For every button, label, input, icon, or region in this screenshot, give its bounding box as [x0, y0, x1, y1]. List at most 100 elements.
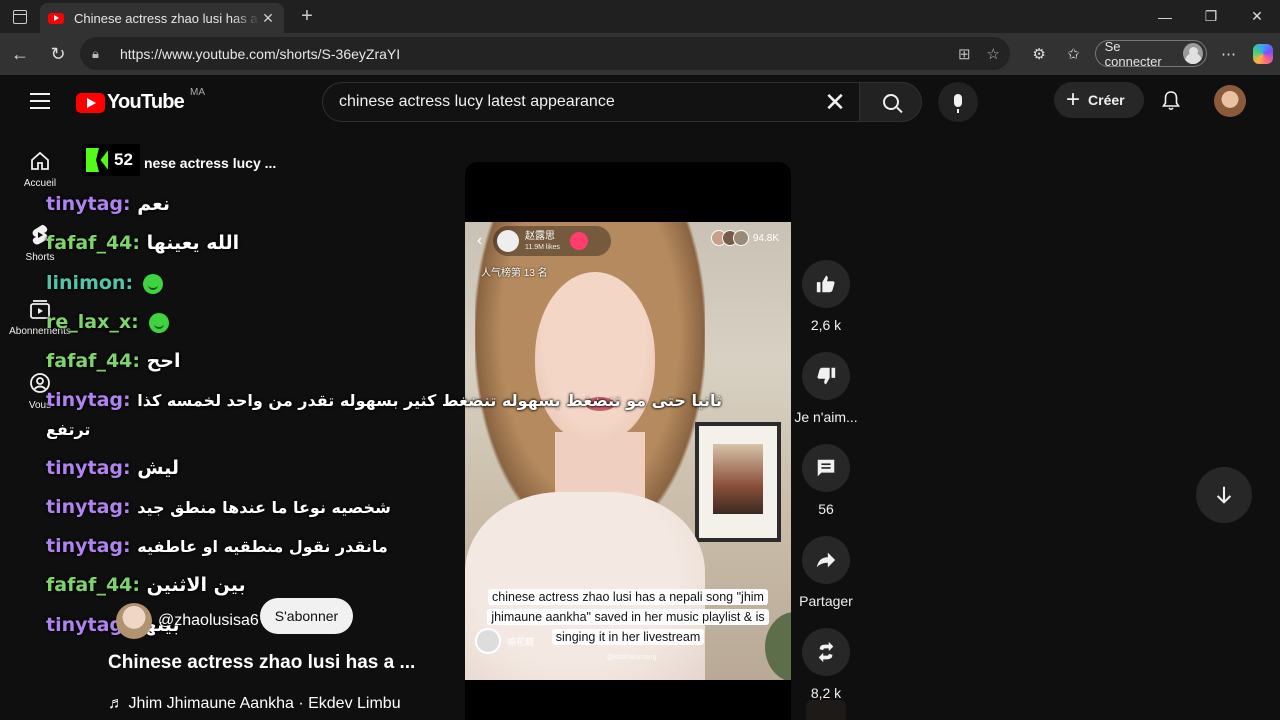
dislike-action: Je n'aim...: [794, 352, 858, 425]
new-tab-icon[interactable]: +: [292, 5, 322, 28]
youtube-page: YouTube MA chinese actress lucy latest a…: [4, 75, 1276, 720]
tab-actions-icon[interactable]: [0, 0, 40, 33]
sidebar-item-label: Accueil: [23, 178, 57, 189]
chat-message: مانقدر نقول منطقيه او عاطفيه: [137, 537, 388, 556]
remix-icon: [818, 641, 834, 663]
livestream-hud: ‹ 赵露思 11.9M likes 94.8K 人气榜第 13 名: [465, 222, 791, 282]
chat-message: نعم: [137, 193, 170, 215]
remix-action: 8,2 k: [798, 628, 854, 701]
commenter-avatar: [475, 628, 501, 654]
voice-search-button[interactable]: [938, 82, 978, 122]
music-title: Jhim Jhimaune Aankha · Ekdev Limbu: [128, 695, 401, 712]
mic-icon: [954, 93, 962, 113]
window-close-icon[interactable]: ✕: [1234, 0, 1280, 33]
back-icon[interactable]: ←: [2, 36, 38, 72]
chat-user: tinytag:: [46, 496, 131, 518]
chat-user: tinytag:: [46, 389, 131, 411]
signin-label: Se connecter: [1104, 38, 1162, 69]
share-action: Partager: [798, 536, 854, 609]
subscribe-button[interactable]: S'abonner: [260, 598, 353, 634]
chat-user: tinytag:: [46, 193, 131, 215]
country-code: MA: [189, 87, 205, 98]
tab-title: Chinese actress zhao lusi has a nepali s…: [74, 10, 260, 26]
chat-line: tinytag: ليش: [46, 457, 179, 479]
streamer-likes: 11.9M likes: [525, 243, 560, 251]
chat-message: احح: [146, 350, 181, 372]
shorts-video-player[interactable]: ‹ 赵露思 11.9M likes 94.8K 人气榜第 13 名 chines…: [465, 162, 791, 720]
comment-count: 56: [818, 501, 834, 517]
chat-line: re_lax_x:: [46, 311, 169, 333]
favorites-icon[interactable]: ✩: [1056, 37, 1090, 70]
chat-line: fafaf_44: احح: [46, 350, 181, 372]
notifications-bell-icon[interactable]: [1162, 91, 1180, 111]
comments-action: 56: [798, 444, 854, 517]
signin-button[interactable]: Se connecter: [1094, 38, 1208, 69]
smile-emote-icon: [148, 312, 169, 333]
chat-user: re_lax_x:: [46, 311, 139, 333]
restore-icon[interactable]: ❐: [1188, 0, 1234, 33]
app-available-icon[interactable]: ⊞: [958, 45, 971, 63]
remix-count: 8,2 k: [810, 685, 842, 701]
back-chevron-icon: ‹: [477, 232, 483, 249]
viewer-count-text: 94.8K: [752, 232, 779, 244]
menu-icon[interactable]: [30, 93, 50, 109]
popularity-rank: 人气榜第 13 名: [481, 268, 548, 279]
chat-line: tinytag: ثانيا حتى مو تنضغط بسهوله تنضغط…: [46, 389, 722, 411]
search-query: chinese actress lucy latest appearance: [339, 93, 615, 110]
chat-line: fafaf_44: بين الاثنين: [46, 574, 246, 596]
minimize-icon[interactable]: —: [1142, 0, 1188, 33]
chat-user: fafaf_44:: [46, 350, 140, 372]
streamer-pill: 赵露思 11.9M likes: [493, 226, 611, 256]
video-title[interactable]: Chinese actress zhao lusi has a ...: [108, 652, 415, 674]
account-avatar[interactable]: [1214, 85, 1246, 117]
search-input[interactable]: chinese actress lucy latest appearance ✕: [322, 82, 860, 122]
chat-message: بين الاثنين: [146, 574, 246, 596]
kick-logo-icon: [86, 148, 108, 172]
reload-icon[interactable]: ↻: [40, 36, 76, 72]
thumbs-up-icon: [816, 275, 835, 293]
viewer-avatar: [732, 230, 749, 246]
kick-count: 52: [114, 150, 133, 169]
follow-heart-icon: [569, 232, 588, 250]
wall-painting: [695, 422, 781, 542]
search-button[interactable]: [859, 82, 922, 122]
tab-close-icon[interactable]: ✕: [260, 10, 276, 27]
youtube-logo[interactable]: YouTube MA: [76, 87, 205, 114]
watermark: @sobhatamang: [607, 654, 657, 661]
chat-message: شخصيه نوعا ما عندها منطق جيد: [137, 498, 391, 517]
channel-info[interactable]: @zhaolusisa6: [116, 603, 259, 639]
browser-tab-bar: Chinese actress zhao lusi has a nepali s…: [0, 0, 1280, 33]
url-field[interactable]: 🔒︎ https://www.youtube.com/shorts/S-36ey…: [80, 37, 1010, 70]
like-button[interactable]: [802, 260, 850, 308]
copilot-icon[interactable]: [1246, 37, 1280, 70]
favorite-star-icon[interactable]: ☆: [987, 45, 1000, 63]
music-info[interactable]: ♬ Jhim Jhimaune Aankha · Ekdev Limbu: [108, 695, 401, 713]
next-video-button[interactable]: [1196, 467, 1252, 523]
more-menu-icon[interactable]: ⋯: [1211, 37, 1245, 70]
dislike-button[interactable]: [802, 352, 850, 400]
arrow-down-icon: [1216, 486, 1232, 504]
extensions-icon[interactable]: ⚙: [1022, 37, 1056, 70]
overlay-title: nese actress lucy ...: [144, 155, 277, 171]
remix-button[interactable]: [802, 628, 850, 676]
clear-search-icon[interactable]: ✕: [815, 83, 855, 121]
share-button[interactable]: [802, 536, 850, 584]
chat-line: fafaf_44: الله يعينها: [46, 232, 239, 254]
channel-handle[interactable]: @zhaolusisa6: [158, 612, 259, 630]
site-info-icon[interactable]: 🔒︎: [92, 46, 110, 62]
comments-button[interactable]: [802, 444, 850, 492]
create-button[interactable]: + Créer: [1054, 82, 1144, 118]
comment-icon: [817, 459, 835, 477]
channel-avatar[interactable]: [116, 603, 152, 639]
browser-tab[interactable]: Chinese actress zhao lusi has a nepali s…: [40, 3, 284, 33]
chat-user: fafaf_44:: [46, 232, 140, 254]
music-note-icon: ♬: [108, 695, 124, 712]
like-count: 2,6 k: [810, 317, 842, 333]
kick-badge: 52: [82, 144, 140, 176]
audio-thumbnail[interactable]: [806, 700, 846, 720]
chat-user: tinytag:: [46, 535, 131, 557]
like-action: 2,6 k: [798, 260, 854, 333]
plus-icon: +: [1066, 86, 1081, 113]
chat-user: fafaf_44:: [46, 574, 140, 596]
share-label: Partager: [799, 593, 853, 609]
